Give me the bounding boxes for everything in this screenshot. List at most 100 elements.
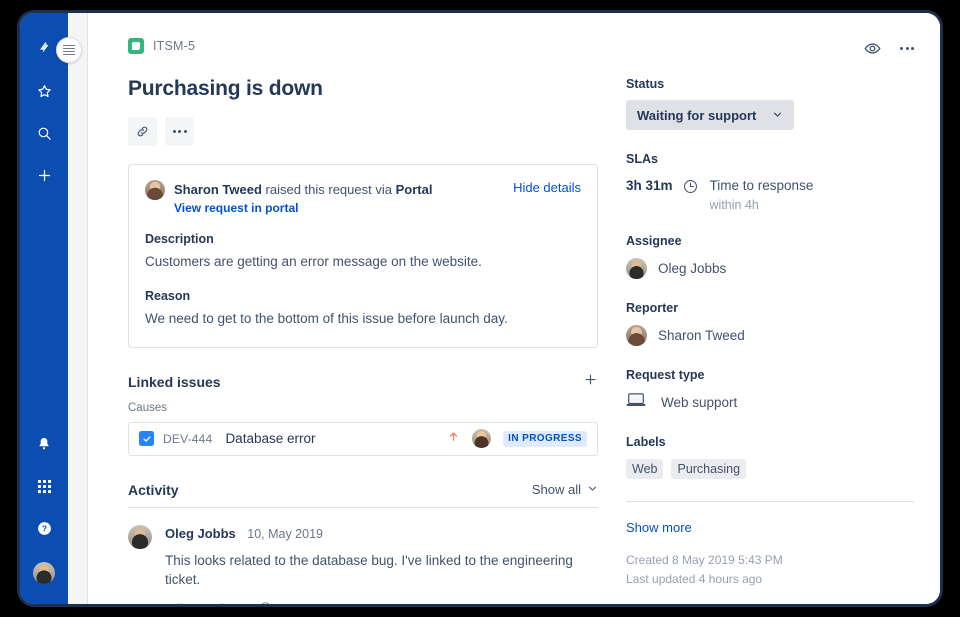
emoji-icon[interactable] bbox=[259, 601, 272, 604]
issue-action-bar bbox=[128, 117, 598, 146]
comment-body: This looks related to the database bug. … bbox=[165, 552, 573, 587]
request-channel: Portal bbox=[395, 182, 433, 197]
issue-toolbar bbox=[863, 39, 914, 58]
hamburger-icon[interactable] bbox=[56, 37, 82, 63]
global-sidebar-bottom: ? bbox=[28, 428, 60, 604]
link-icon[interactable] bbox=[128, 117, 157, 146]
reporter-name: Sharon Tweed bbox=[658, 328, 745, 343]
raised-label: raised this request via bbox=[265, 182, 392, 197]
show-all-button[interactable]: Show all bbox=[532, 482, 598, 497]
reporter-row[interactable]: Sharon Tweed bbox=[626, 325, 914, 346]
linked-issue-assignee-avatar bbox=[472, 429, 492, 449]
label-chip[interactable]: Web bbox=[626, 459, 664, 479]
search-icon[interactable] bbox=[28, 117, 60, 149]
project-nav-strip bbox=[56, 13, 88, 604]
chevron-down-icon bbox=[772, 108, 783, 123]
chevron-down-icon bbox=[587, 482, 598, 497]
slas-section: SLAs 3h 31m Time to response within 4h bbox=[626, 152, 914, 212]
reporter-label: Reporter bbox=[626, 301, 679, 315]
linked-issue-row[interactable]: DEV-444 Database error IN PROGRESS bbox=[128, 421, 598, 456]
activity-title: Activity bbox=[128, 481, 179, 498]
slas-label: SLAs bbox=[626, 152, 658, 166]
comment-author: Oleg Jobbs bbox=[165, 525, 236, 541]
issue-main-column: ITSM-5 Purchasing is down Sharon Tweed r… bbox=[128, 35, 598, 604]
more-options-icon[interactable] bbox=[900, 47, 914, 50]
request-type-row[interactable]: Web support bbox=[626, 392, 914, 413]
eye-icon[interactable] bbox=[863, 39, 882, 58]
linked-issues-group-label: Causes bbox=[128, 401, 167, 414]
page-title: Purchasing is down bbox=[128, 77, 323, 100]
svg-text:?: ? bbox=[41, 523, 46, 533]
hide-details-link[interactable]: Hide details bbox=[513, 180, 581, 195]
assignee-section: Assignee Oleg Jobbs bbox=[626, 234, 914, 279]
request-type-value: Web support bbox=[661, 395, 738, 410]
issue-details-panel: Status Waiting for support SLAs 3h 31m T… bbox=[598, 35, 914, 604]
avatar-image bbox=[33, 562, 55, 584]
status-badge: IN PROGRESS bbox=[503, 430, 587, 447]
plus-icon[interactable] bbox=[28, 159, 60, 191]
action-separator-2: · bbox=[248, 602, 252, 604]
more-actions-button[interactable] bbox=[165, 117, 194, 146]
priority-high-icon bbox=[447, 429, 460, 449]
status-value: Waiting for support bbox=[637, 107, 757, 123]
app-window: ? ITSM-5 Purchasing is down Sharon Tweed… bbox=[20, 13, 940, 604]
add-linked-issue-icon[interactable] bbox=[583, 372, 598, 392]
assignee-row[interactable]: Oleg Jobbs bbox=[626, 258, 914, 279]
breadcrumb-issue-key[interactable]: ITSM-5 bbox=[153, 39, 195, 53]
comment-content: Oleg Jobbs 10, May 2019 This looks relat… bbox=[165, 525, 598, 604]
assignee-name: Oleg Jobbs bbox=[658, 261, 727, 276]
action-separator-1: · bbox=[194, 602, 198, 604]
request-details-card: Sharon Tweed raised this request via Por… bbox=[128, 164, 598, 348]
view-in-portal-link[interactable]: View request in portal bbox=[174, 201, 581, 215]
bell-icon[interactable] bbox=[28, 428, 60, 460]
profile-avatar[interactable] bbox=[31, 560, 57, 586]
comment-actions: Edit · Delete · bbox=[165, 601, 598, 604]
status-dropdown[interactable]: Waiting for support bbox=[626, 100, 795, 130]
comment-meta: Oleg Jobbs 10, May 2019 bbox=[165, 525, 598, 543]
task-type-icon bbox=[139, 431, 154, 447]
grid-icon[interactable] bbox=[28, 470, 60, 502]
reason-text: We need to get to the bottom of this iss… bbox=[145, 310, 508, 326]
sla-name: Time to response bbox=[709, 178, 814, 193]
reporter-section: Reporter Sharon Tweed bbox=[626, 301, 914, 346]
reason-label: Reason bbox=[145, 288, 191, 303]
request-type-label: Request type bbox=[626, 368, 705, 382]
show-all-label: Show all bbox=[531, 482, 581, 498]
linked-issues-header: Linked issues bbox=[128, 372, 598, 392]
comment-date: 10, May 2019 bbox=[247, 526, 323, 541]
labels-label: Labels bbox=[626, 435, 666, 449]
linked-issue-summary[interactable]: Database error bbox=[225, 431, 447, 446]
labels-section: Labels Web Purchasing bbox=[626, 435, 914, 479]
help-icon[interactable]: ? bbox=[28, 512, 60, 544]
request-card-header: Sharon Tweed raised this request via Por… bbox=[145, 180, 581, 200]
global-sidebar: ? bbox=[20, 13, 68, 604]
breadcrumb: ITSM-5 bbox=[128, 35, 598, 57]
laptop-icon bbox=[626, 392, 646, 413]
edit-comment-button[interactable]: Edit bbox=[165, 602, 187, 604]
sla-row: 3h 31m Time to response within 4h bbox=[626, 177, 914, 212]
labels-list: Web Purchasing bbox=[626, 459, 914, 479]
description-label: Description bbox=[145, 232, 214, 246]
assignee-label: Assignee bbox=[626, 234, 682, 248]
issue-meta: Created 8 May 2019 5:43 PM Last updated … bbox=[626, 551, 914, 589]
star-icon[interactable] bbox=[28, 75, 60, 107]
sla-text: Time to response within 4h bbox=[710, 177, 814, 212]
created-text: Created 8 May 2019 5:43 PM bbox=[626, 553, 783, 567]
comment-item: Oleg Jobbs 10, May 2019 This looks relat… bbox=[128, 524, 598, 604]
show-more-button[interactable]: Show more bbox=[626, 520, 914, 535]
sla-target: within 4h bbox=[709, 198, 759, 212]
more-actions-icon bbox=[172, 130, 187, 133]
updated-text: Last updated 4 hours ago bbox=[626, 572, 763, 587]
assignee-avatar bbox=[626, 258, 647, 279]
linked-issues-title: Linked issues bbox=[128, 373, 221, 390]
panel-divider bbox=[626, 501, 914, 502]
delete-comment-button[interactable]: Delete bbox=[205, 602, 241, 604]
linked-issue-key[interactable]: DEV-444 bbox=[163, 432, 212, 446]
request-type-section: Request type Web support bbox=[626, 368, 914, 413]
reporter-avatar bbox=[626, 325, 647, 346]
activity-header: Activity Show all bbox=[128, 482, 598, 508]
status-label: Status bbox=[626, 77, 665, 91]
label-chip[interactable]: Purchasing bbox=[671, 459, 747, 479]
issue-view: ITSM-5 Purchasing is down Sharon Tweed r… bbox=[88, 13, 940, 604]
reporter-name: Sharon Tweed bbox=[174, 182, 262, 197]
